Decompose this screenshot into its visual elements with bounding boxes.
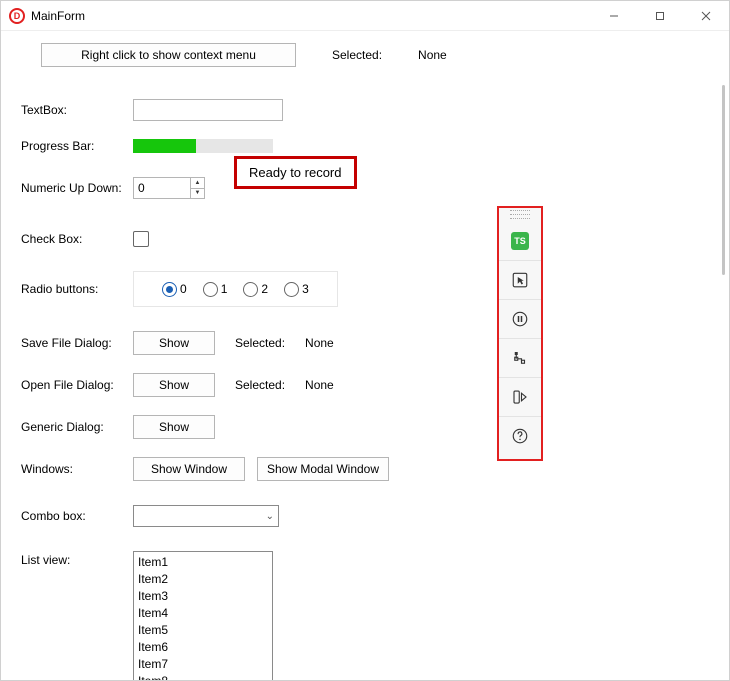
window-title: MainForm — [31, 9, 85, 23]
radio-option-label: 2 — [261, 282, 268, 296]
savefile-label: Save File Dialog: — [21, 336, 133, 350]
windows-row: Windows: Show Window Show Modal Window — [21, 457, 729, 481]
app-icon: D — [9, 8, 25, 24]
toolbar-tree-button[interactable] — [499, 338, 541, 377]
numeric-input[interactable] — [134, 180, 190, 196]
savefile-selected-value: None — [305, 336, 334, 350]
record-status-badge: Ready to record — [234, 156, 357, 189]
list-item[interactable]: Item6 — [138, 639, 268, 656]
toolbar-help-button[interactable] — [499, 416, 541, 455]
toolbar-cursor-button[interactable] — [499, 260, 541, 299]
numeric-spinner[interactable]: ▲ ▼ — [190, 178, 204, 198]
close-button[interactable] — [683, 1, 729, 30]
toolbar-step-button[interactable] — [499, 377, 541, 416]
progress-label: Progress Bar: — [21, 139, 133, 153]
minimize-button[interactable] — [591, 1, 637, 30]
radio-label: Radio buttons: — [21, 282, 133, 296]
windows-label: Windows: — [21, 462, 133, 476]
listview-row: List view: Item1Item2Item3Item4Item5Item… — [21, 551, 729, 680]
generic-row: Generic Dialog: Show — [21, 415, 729, 439]
checkbox-input[interactable] — [133, 231, 149, 247]
show-window-button[interactable]: Show Window — [133, 457, 245, 481]
generic-label: Generic Dialog: — [21, 420, 133, 434]
textbox-input[interactable] — [133, 99, 283, 121]
checkbox-label: Check Box: — [21, 232, 133, 246]
radio-option-label: 0 — [180, 282, 187, 296]
radio-group: 0 1 2 3 — [133, 271, 338, 307]
combo-row: Combo box: ⌄ — [21, 505, 729, 527]
chevron-down-icon: ⌄ — [266, 511, 274, 522]
openfile-label: Open File Dialog: — [21, 378, 133, 392]
list-item[interactable]: Item3 — [138, 588, 268, 605]
titlebar-left: D MainForm — [9, 8, 85, 24]
savefile-selected-label: Selected: — [235, 336, 285, 350]
element-tree-icon — [511, 349, 529, 367]
toolbar-pause-button[interactable] — [499, 299, 541, 338]
toolbar-grip[interactable] — [499, 208, 541, 222]
context-menu-button[interactable]: Right click to show context menu — [41, 43, 296, 67]
combo-box[interactable]: ⌄ — [133, 505, 279, 527]
top-row: Right click to show context menu Selecte… — [21, 43, 729, 67]
main-window: D MainForm Right click to show context m… — [0, 0, 730, 681]
openfile-selected-label: Selected: — [235, 378, 285, 392]
textbox-label: TextBox: — [21, 103, 133, 117]
maximize-button[interactable] — [637, 1, 683, 30]
numeric-down-icon[interactable]: ▼ — [191, 189, 204, 199]
combo-label: Combo box: — [21, 509, 133, 523]
client-area: Right click to show context menu Selecte… — [1, 31, 729, 680]
radio-option-1[interactable]: 1 — [203, 282, 228, 297]
numeric-row: Numeric Up Down: ▲ ▼ — [21, 177, 729, 199]
openfile-row: Open File Dialog: Show Selected: None — [21, 373, 729, 397]
titlebar: D MainForm — [1, 1, 729, 31]
radio-circle-icon — [162, 282, 177, 297]
savefile-row: Save File Dialog: Show Selected: None — [21, 331, 729, 355]
recorder-toolbar[interactable]: TS — [497, 206, 543, 461]
radio-option-3[interactable]: 3 — [284, 282, 309, 297]
radio-circle-icon — [203, 282, 218, 297]
show-modal-window-button[interactable]: Show Modal Window — [257, 457, 389, 481]
textbox-row: TextBox: — [21, 99, 729, 121]
help-icon — [511, 427, 529, 445]
radio-option-label: 3 — [302, 282, 309, 296]
progress-fill — [133, 139, 196, 153]
list-item[interactable]: Item2 — [138, 571, 268, 588]
listview-label: List view: — [21, 551, 133, 567]
radio-row: Radio buttons: 0 1 2 3 — [21, 271, 729, 307]
scrollbar-thumb[interactable] — [722, 85, 725, 275]
step-icon — [511, 388, 529, 406]
list-item[interactable]: Item5 — [138, 622, 268, 639]
list-item[interactable]: Item7 — [138, 656, 268, 673]
toolbar-ts-button[interactable]: TS — [499, 222, 541, 260]
radio-option-2[interactable]: 2 — [243, 282, 268, 297]
list-item[interactable]: Item1 — [138, 554, 268, 571]
numeric-up-icon[interactable]: ▲ — [191, 178, 204, 189]
savefile-show-button[interactable]: Show — [133, 331, 215, 355]
radio-circle-icon — [284, 282, 299, 297]
radio-option-label: 1 — [221, 282, 228, 296]
list-view[interactable]: Item1Item2Item3Item4Item5Item6Item7Item8 — [133, 551, 273, 680]
top-selected-label: Selected: — [332, 48, 382, 62]
openfile-selected-value: None — [305, 378, 334, 392]
pause-icon — [511, 310, 529, 328]
numeric-label: Numeric Up Down: — [21, 181, 133, 195]
openfile-show-button[interactable]: Show — [133, 373, 215, 397]
radio-option-0[interactable]: 0 — [162, 282, 187, 297]
ts-icon: TS — [511, 232, 529, 250]
window-controls — [591, 1, 729, 30]
list-item[interactable]: Item4 — [138, 605, 268, 622]
list-item[interactable]: Item8 — [138, 673, 268, 680]
generic-show-button[interactable]: Show — [133, 415, 215, 439]
top-selected-value: None — [418, 48, 447, 62]
cursor-icon — [511, 271, 529, 289]
progress-row: Progress Bar: — [21, 139, 729, 153]
checkbox-row: Check Box: — [21, 231, 729, 247]
radio-circle-icon — [243, 282, 258, 297]
progress-bar — [133, 139, 273, 153]
numeric-updown[interactable]: ▲ ▼ — [133, 177, 205, 199]
